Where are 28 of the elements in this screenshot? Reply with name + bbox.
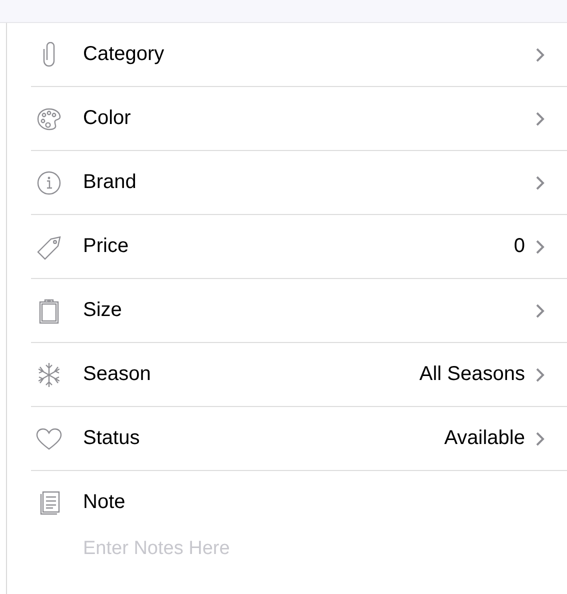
row-label: Category [83, 43, 166, 66]
row-label: Price [83, 235, 130, 258]
note-label: Note [83, 491, 126, 514]
list-row[interactable]: Color [31, 87, 567, 151]
chevron-icon [535, 430, 545, 446]
chevron-icon [535, 238, 545, 254]
notes-field[interactable]: Enter Notes Here [83, 534, 483, 564]
row-value: Available [444, 427, 525, 450]
row-label: Size [83, 299, 123, 322]
chevron-icon [535, 110, 545, 126]
list-row[interactable]: Brand [31, 151, 567, 215]
chevron-icon [535, 366, 545, 382]
list-row[interactable]: Status Available [31, 407, 567, 471]
chevron-icon [535, 46, 545, 62]
row-label: Status [83, 427, 141, 450]
row-label: Brand [83, 171, 138, 194]
row-label: Color [83, 107, 132, 130]
list-row[interactable]: Size [31, 279, 567, 343]
row-label: Season [83, 363, 152, 386]
list-row[interactable]: Price 0 [31, 215, 567, 279]
row-value: 0 [514, 235, 525, 258]
list-row[interactable]: Season All Seasons [31, 343, 567, 407]
paperclip-icon [43, 42, 55, 67]
chevron-icon [535, 302, 545, 318]
list-row[interactable]: Category [31, 23, 567, 87]
info-icon [35, 168, 63, 196]
chevron-icon [535, 174, 545, 190]
row-value: All Seasons [419, 363, 525, 386]
